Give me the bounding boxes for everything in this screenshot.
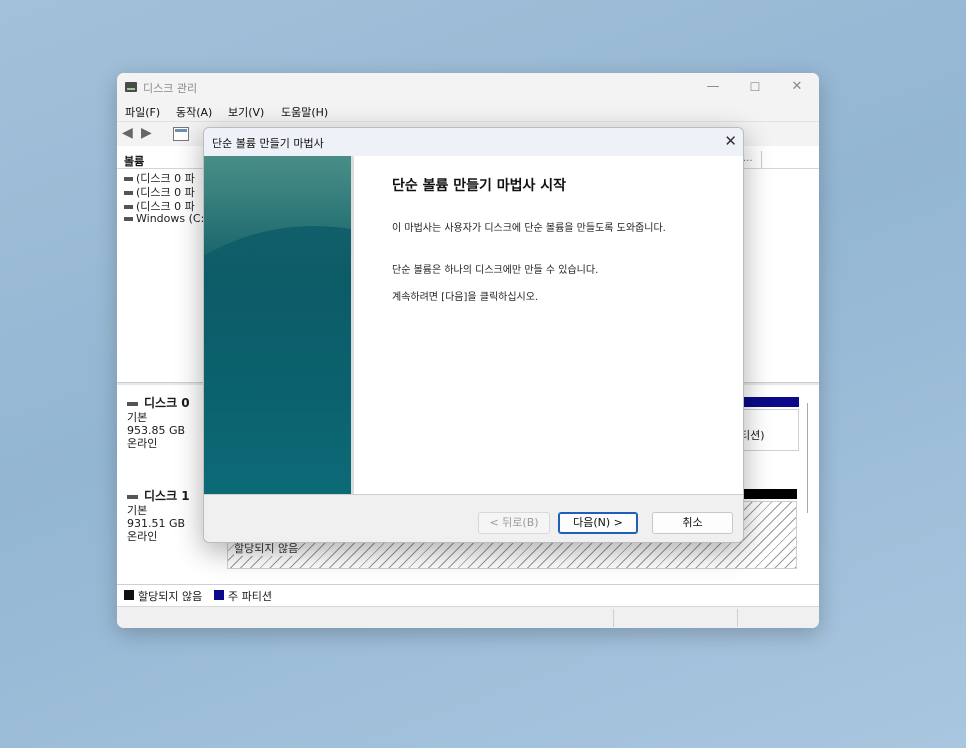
window-title: 디스크 관리 [143,82,198,95]
new-simple-volume-wizard: 단순 볼륨 만들기 마법사 ✕ 단순 볼륨 만들기 마법사 시작 이 마법사는 … [203,127,744,543]
legend-unallocated: 할당되지 않음 [138,590,203,603]
legend-primary: 주 파티션 [228,590,272,603]
wizard-paragraph-2: 단순 볼륨은 하나의 디스크에만 만들 수 있습니다. [392,265,599,276]
maximize-button[interactable]: ☐ [735,73,775,101]
dialog-title-bar[interactable]: 단순 볼륨 만들기 마법사 ✕ [204,128,743,156]
disk-management-icon [125,82,137,92]
wizard-paragraph-3: 계속하려면 [다음]을 클릭하십시오. [392,292,539,303]
volume-row[interactable]: Windows (C:) [124,212,209,225]
volume-icon [124,205,133,209]
close-button[interactable]: ✕ [777,73,817,101]
back-button[interactable]: < 뒤로(B) [478,512,550,534]
column-ellipsis[interactable]: ... [743,153,753,164]
menu-view[interactable]: 보기(V) [228,104,264,120]
console-view-icon[interactable] [173,127,189,141]
wizard-heading: 단순 볼륨 만들기 마법사 시작 [392,178,567,194]
volume-icon [124,177,133,181]
dialog-title: 단순 볼륨 만들기 마법사 [212,137,324,150]
dialog-close-button[interactable]: ✕ [724,132,737,150]
volume-icon [124,217,133,221]
disk-icon [127,494,138,499]
forward-arrow-icon[interactable]: ▶ [141,125,152,141]
wizard-side-banner [204,156,351,494]
column-volume[interactable]: 볼륨 [124,153,144,169]
partition-block[interactable]: 티션) [735,409,799,451]
wizard-paragraph-1: 이 마법사는 사용자가 디스크에 단순 볼륨을 만들도록 도와줍니다. [392,223,666,234]
disk-icon [127,401,138,406]
partition-bar-primary [735,397,799,407]
menu-file[interactable]: 파일(F) [125,104,160,120]
legend-swatch-primary [214,590,224,600]
volume-icon [124,191,133,195]
minimize-button[interactable]: — [693,73,733,101]
menu-action[interactable]: 동작(A) [176,104,212,120]
legend: 할당되지 않음 주 파티션 [117,584,819,605]
menu-bar: 파일(F) 동작(A) 보기(V) 도움말(H) [117,101,819,121]
back-arrow-icon[interactable]: ◀ [122,125,133,141]
legend-swatch-unallocated [124,590,134,600]
title-bar[interactable]: 디스크 관리 — ☐ ✕ [117,73,819,101]
wizard-content: 단순 볼륨 만들기 마법사 시작 이 마법사는 사용자가 디스크에 단순 볼륨을… [354,156,743,494]
status-bar [117,606,819,628]
menu-help[interactable]: 도움말(H) [281,104,328,120]
scrollbar[interactable] [807,403,808,513]
next-button[interactable]: 다음(N) > [558,512,638,534]
cancel-button[interactable]: 취소 [652,512,733,534]
